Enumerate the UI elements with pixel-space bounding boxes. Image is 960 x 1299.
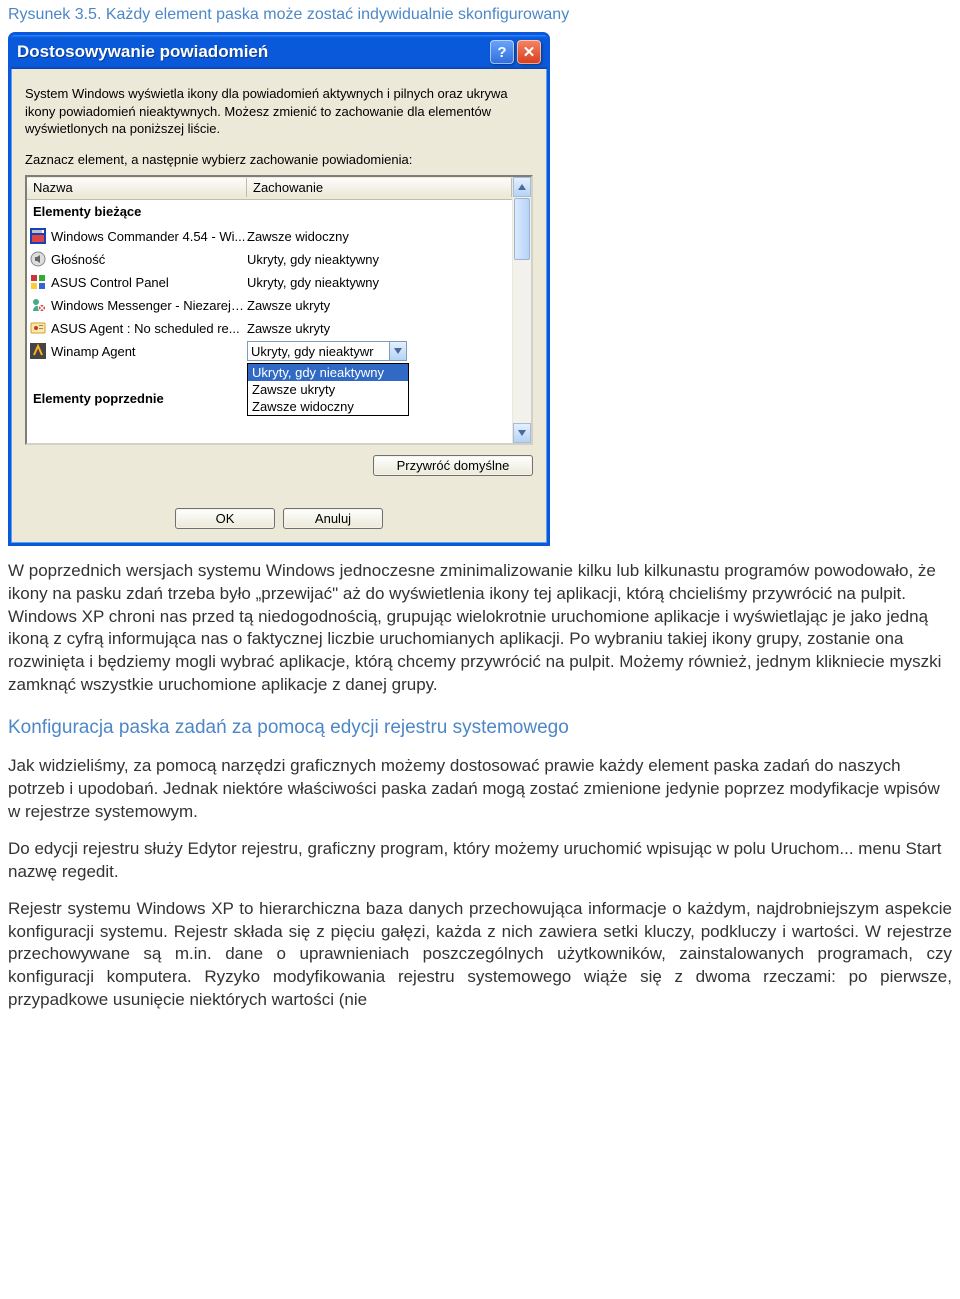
- winamp-icon: [29, 342, 47, 360]
- item-name: Windows Messenger - Niezareje...: [51, 298, 247, 313]
- asus-panel-icon: [29, 273, 47, 291]
- asus-agent-icon: [29, 319, 47, 337]
- behavior-dropdown[interactable]: Ukryty, gdy nieaktywny Zawsze ukryty Zaw…: [247, 363, 409, 416]
- dialog-description: System Windows wyświetla ikony dla powia…: [25, 85, 533, 138]
- list-item[interactable]: ASUS Agent : No scheduled re... Zawsze u…: [27, 317, 512, 340]
- item-name: Windows Commander 4.54 - Wi...: [51, 229, 247, 244]
- messenger-icon: [29, 296, 47, 314]
- dropdown-option[interactable]: Zawsze widoczny: [248, 398, 408, 415]
- list-item[interactable]: ASUS Control Panel Ukryty, gdy nieaktywn…: [27, 271, 512, 294]
- help-button[interactable]: ?: [490, 40, 514, 64]
- volume-icon: [29, 250, 47, 268]
- scroll-up-button[interactable]: [513, 177, 531, 197]
- scroll-track[interactable]: [513, 261, 531, 423]
- list-item[interactable]: Głośność Ukryty, gdy nieaktywny: [27, 248, 512, 271]
- scroll-down-button[interactable]: [513, 423, 531, 443]
- dialog-window: Dostosowywanie powiadomień ? ✕ System Wi…: [8, 32, 550, 546]
- dialog-title: Dostosowywanie powiadomień: [17, 42, 487, 62]
- figure-caption: Rysunek 3.5. Każdy element paska może zo…: [8, 6, 952, 24]
- scrollbar[interactable]: [512, 177, 531, 443]
- list-item[interactable]: Windows Messenger - Niezareje... Zawsze …: [27, 294, 512, 317]
- item-behavior: Zawsze ukryty: [247, 298, 512, 313]
- item-behavior: Ukryty, gdy nieaktywny: [247, 275, 512, 290]
- column-name[interactable]: Nazwa: [27, 178, 247, 197]
- select-value: Ukryty, gdy nieaktywr: [251, 344, 374, 359]
- article-paragraph: Jak widzieliśmy, za pomocą narzędzi graf…: [8, 755, 952, 824]
- item-name: ASUS Control Panel: [51, 275, 247, 290]
- scroll-thumb[interactable]: [514, 198, 530, 260]
- cancel-button[interactable]: Anuluj: [283, 508, 383, 529]
- article-paragraph: Do edycji rejestru służy Edytor rejestru…: [8, 838, 952, 884]
- dialog-instruction: Zaznacz element, a następnie wybierz zac…: [25, 152, 533, 167]
- section-current: Elementy bieżące: [27, 200, 512, 225]
- item-name: Głośność: [51, 252, 247, 267]
- dropdown-option[interactable]: Ukryty, gdy nieaktywny: [248, 364, 408, 381]
- item-name: ASUS Agent : No scheduled re...: [51, 321, 247, 336]
- list-item[interactable]: Windows Commander 4.54 - Wi... Zawsze wi…: [27, 225, 512, 248]
- item-behavior[interactable]: Ukryty, gdy nieaktywr Ukryty, gdy nieakt…: [247, 341, 512, 361]
- ok-button[interactable]: OK: [175, 508, 275, 529]
- titlebar[interactable]: Dostosowywanie powiadomień ? ✕: [11, 35, 547, 69]
- close-button[interactable]: ✕: [517, 40, 541, 64]
- notification-list[interactable]: Nazwa Zachowanie Elementy bieżące Window…: [25, 175, 533, 445]
- commander-icon: [29, 227, 47, 245]
- column-behavior[interactable]: Zachowanie: [247, 178, 512, 197]
- list-header: Nazwa Zachowanie: [27, 177, 512, 200]
- list-item[interactable]: Winamp Agent Ukryty, gdy nieaktywr Ukry: [27, 340, 512, 363]
- section-heading: Konfiguracja paska zadań za pomocą edycj…: [8, 715, 952, 741]
- item-behavior: Ukryty, gdy nieaktywny: [247, 252, 512, 267]
- item-behavior: Zawsze ukryty: [247, 321, 512, 336]
- chevron-down-icon[interactable]: [389, 342, 406, 360]
- article-paragraph: W poprzednich wersjach systemu Windows j…: [8, 560, 952, 698]
- behavior-select[interactable]: Ukryty, gdy nieaktywr: [247, 341, 407, 361]
- item-behavior: Zawsze widoczny: [247, 229, 512, 244]
- dropdown-option[interactable]: Zawsze ukryty: [248, 381, 408, 398]
- article-paragraph: Rejestr systemu Windows XP to hierarchic…: [8, 898, 952, 1013]
- restore-defaults-button[interactable]: Przywróć domyślne: [373, 455, 533, 476]
- close-icon: ✕: [523, 43, 536, 61]
- item-name: Winamp Agent: [51, 344, 247, 359]
